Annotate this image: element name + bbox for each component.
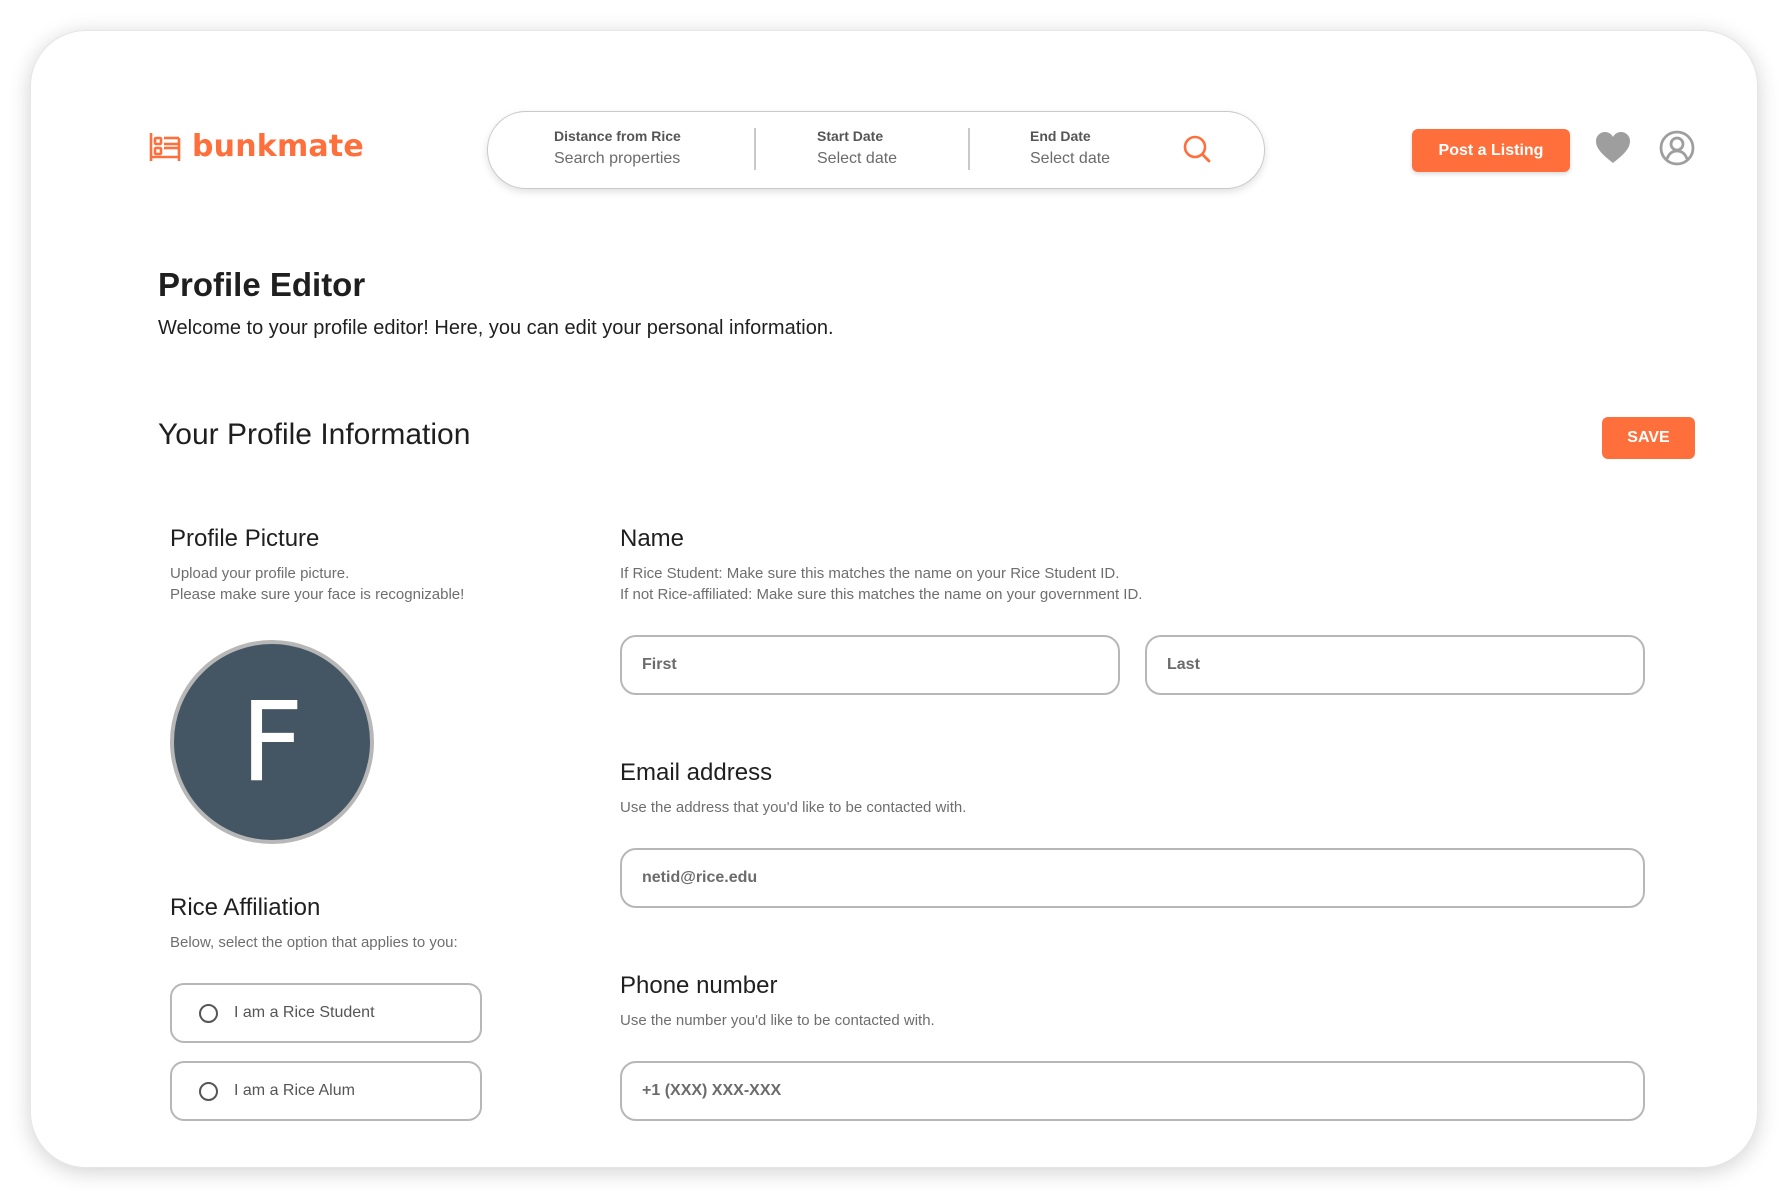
radio-icon[interactable] (199, 1081, 218, 1101)
radio-option-alum[interactable]: I am a Rice Alum (170, 1061, 482, 1121)
phone-desc: Use the number you'd like to be contacte… (620, 1012, 935, 1029)
page-title: Profile Editor (158, 266, 366, 303)
distance-label: Distance from Rice (554, 128, 681, 144)
search-icon[interactable] (1182, 134, 1212, 164)
last-name-input[interactable]: Last (1145, 635, 1645, 695)
search-divider (968, 128, 970, 170)
radio-label: I am a Rice Student (234, 1004, 375, 1021)
radio-label: I am a Rice Alum (234, 1082, 355, 1099)
section-title: Your Profile Information (158, 418, 471, 451)
end-date-filter[interactable]: End Date Select date (1030, 128, 1110, 168)
name-heading: Name (620, 525, 685, 552)
avatar[interactable]: F (170, 640, 374, 844)
email-desc: Use the address that you'd like to be co… (620, 799, 967, 816)
affiliation-desc: Below, select the option that applies to… (170, 934, 458, 951)
name-desc-line2: If not Rice-affiliated: Make sure this m… (620, 586, 1143, 603)
email-heading: Email address (620, 759, 773, 786)
search-bar[interactable]: Distance from Rice Search properties Sta… (487, 111, 1265, 189)
distance-input[interactable]: Search properties (554, 150, 681, 168)
start-date-input[interactable]: Select date (817, 150, 897, 168)
name-desc: If Rice Student: Make sure this matches … (620, 563, 1142, 605)
save-button[interactable]: SAVE (1602, 417, 1695, 459)
search-divider (754, 128, 756, 170)
page-subtitle: Welcome to your profile editor! Here, yo… (158, 317, 834, 339)
heart-icon[interactable] (1595, 131, 1631, 165)
email-input[interactable]: netid@rice.edu (620, 848, 1645, 908)
profile-picture-desc-line1: Upload your profile picture. (170, 565, 350, 582)
end-date-input[interactable]: Select date (1030, 150, 1110, 168)
end-date-label: End Date (1030, 128, 1091, 144)
profile-picture-desc: Upload your profile picture. Please make… (170, 563, 464, 605)
logo-text: bunkmate (192, 129, 364, 164)
user-circle-icon[interactable] (1659, 130, 1695, 166)
radio-option-student[interactable]: I am a Rice Student (170, 983, 482, 1043)
start-date-label: Start Date (817, 128, 884, 144)
distance-filter[interactable]: Distance from Rice Search properties (554, 128, 681, 168)
bed-logo-icon (149, 132, 181, 161)
avatar-initial: F (240, 678, 304, 806)
logo[interactable]: bunkmate (148, 129, 364, 164)
profile-picture-desc-line2: Please make sure your face is recognizab… (170, 586, 465, 603)
profile-picture-heading: Profile Picture (170, 525, 320, 552)
first-name-input[interactable]: First (620, 635, 1120, 695)
phone-input[interactable]: +1 (XXX) XXX-XXX (620, 1061, 1645, 1121)
start-date-filter[interactable]: Start Date Select date (817, 128, 897, 168)
name-desc-line1: If Rice Student: Make sure this matches … (620, 565, 1120, 582)
app-window: bunkmate Distance from Rice Search prope… (30, 30, 1758, 1168)
phone-heading: Phone number (620, 972, 778, 999)
radio-icon[interactable] (199, 1003, 218, 1023)
post-listing-button[interactable]: Post a Listing (1412, 129, 1570, 172)
affiliation-heading: Rice Affiliation (170, 894, 321, 921)
